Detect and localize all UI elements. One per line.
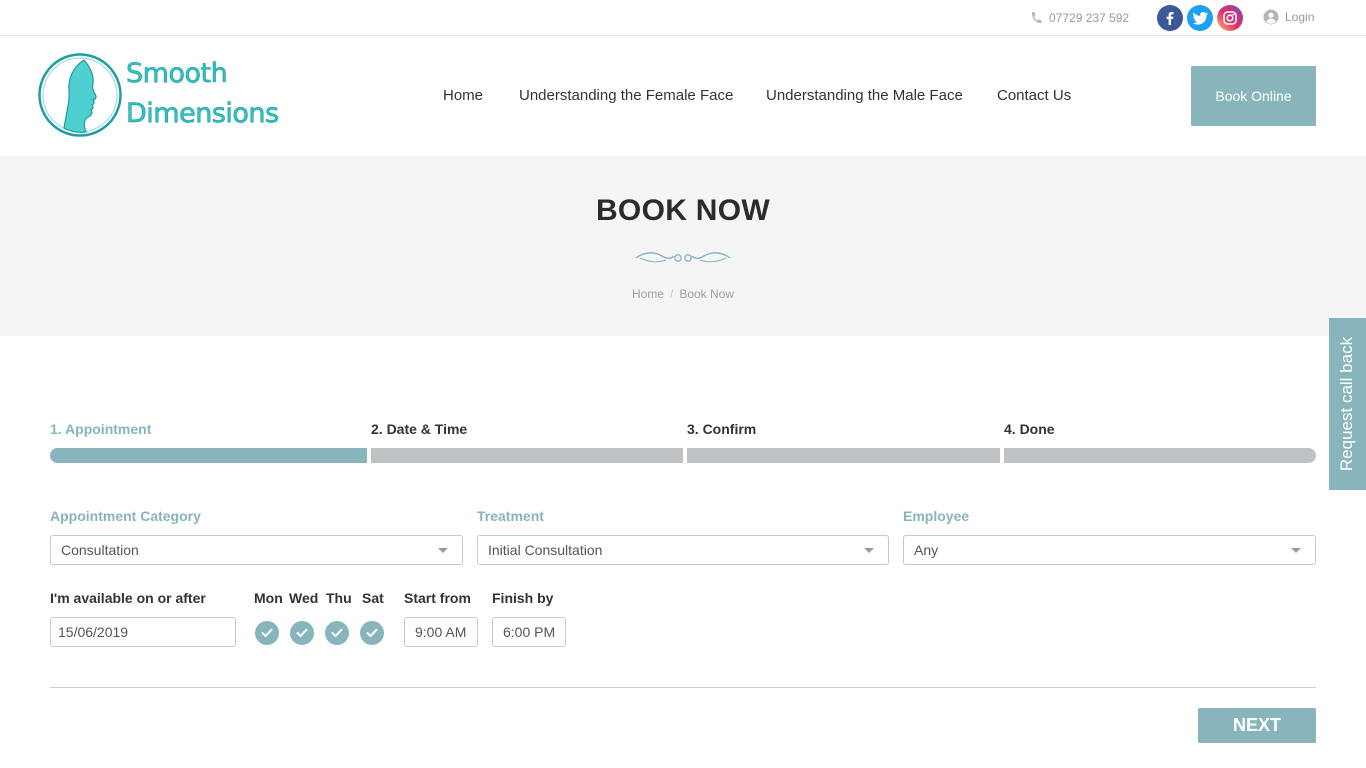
category-select-value: Consultation: [61, 542, 139, 558]
login-link[interactable]: Login: [1263, 9, 1314, 25]
checkmark-icon: [261, 628, 273, 637]
finish-by-label: Finish by: [492, 590, 554, 606]
day-thu-checkbox[interactable]: [325, 621, 349, 645]
step-confirm-bar: [687, 448, 1000, 463]
page-title-band: BOOK NOW Home / Book Now: [0, 156, 1366, 336]
step-done-bar: [1004, 448, 1316, 463]
facebook-icon[interactable]: [1157, 5, 1183, 31]
day-mon-checkbox[interactable]: [255, 621, 279, 645]
start-from-label: Start from: [404, 590, 471, 606]
available-date-input[interactable]: 15/06/2019: [50, 617, 236, 647]
page-title: BOOK NOW: [595, 194, 771, 227]
site-header: Smooth Dimensions Home Understanding the…: [0, 36, 1366, 156]
request-callback-tab[interactable]: Request call back: [1329, 318, 1366, 490]
breadcrumb: Home / Book Now: [0, 287, 1366, 301]
step-confirm-label: 3. Confirm: [687, 421, 757, 437]
breadcrumb-home[interactable]: Home: [632, 287, 664, 301]
step-appointment-bar: [50, 448, 367, 463]
login-label: Login: [1285, 10, 1315, 24]
chevron-down-icon: [1291, 548, 1301, 553]
treatment-label: Treatment: [477, 508, 544, 524]
step-date-time-label: 2. Date & Time: [371, 421, 468, 437]
step-appointment-label: 1. Appointment: [50, 421, 152, 437]
phone-number: 07729 237 592: [1049, 11, 1130, 25]
step-date-time-bar: [371, 448, 683, 463]
day-sat-checkbox[interactable]: [360, 621, 384, 645]
breadcrumb-current: Book Now: [679, 287, 735, 301]
twitter-icon[interactable]: [1187, 5, 1213, 31]
nav-item-male-face[interactable]: Understanding the Male Face: [766, 87, 963, 104]
request-callback-label: Request call back: [1337, 336, 1357, 472]
step-done-label: 4. Done: [1004, 421, 1055, 437]
logo-text-line2: Dimensions: [126, 98, 280, 130]
nav-item-contact[interactable]: Contact Us: [997, 87, 1071, 104]
treatment-select[interactable]: Initial Consultation: [477, 535, 889, 565]
face-profile-logo-icon: [38, 53, 122, 137]
site-logo[interactable]: Smooth Dimensions: [38, 52, 288, 142]
top-bar: 07729 237 592 Login: [0, 0, 1366, 36]
day-sat-label: Sat: [362, 590, 384, 606]
instagram-icon[interactable]: [1217, 5, 1243, 31]
day-mon-label: Mon: [254, 590, 283, 606]
employee-select-value: Any: [914, 542, 939, 558]
chevron-down-icon: [864, 548, 874, 553]
chevron-down-icon: [438, 548, 448, 553]
ornament-divider-icon: [635, 252, 731, 263]
phone-link[interactable]: 07729 237 592: [1030, 11, 1129, 25]
start-time-select[interactable]: 9:00 AM: [404, 617, 478, 647]
category-select[interactable]: Consultation: [50, 535, 463, 565]
day-thu-label: Thu: [326, 590, 352, 606]
book-online-button[interactable]: Book Online: [1191, 66, 1316, 126]
nav-item-female-face[interactable]: Understanding the Female Face: [519, 87, 733, 104]
user-icon: [1263, 9, 1279, 25]
available-date-label: I'm available on or after: [50, 590, 206, 606]
checkmark-icon: [366, 628, 378, 637]
breadcrumb-separator: /: [669, 287, 674, 301]
nav-item-home[interactable]: Home: [443, 87, 483, 104]
employee-label: Employee: [903, 508, 970, 524]
next-button[interactable]: NEXT: [1198, 708, 1316, 743]
day-wed-checkbox[interactable]: [290, 621, 314, 645]
day-wed-label: Wed: [289, 590, 319, 606]
checkmark-icon: [331, 628, 343, 637]
logo-text-line1: Smooth: [126, 58, 228, 90]
employee-select[interactable]: Any: [903, 535, 1316, 565]
category-label: Appointment Category: [50, 508, 201, 524]
form-divider: [50, 687, 1316, 688]
checkmark-icon: [296, 628, 308, 637]
treatment-select-value: Initial Consultation: [488, 542, 603, 558]
finish-time-select[interactable]: 6:00 PM: [492, 617, 566, 647]
phone-icon: [1031, 12, 1042, 24]
